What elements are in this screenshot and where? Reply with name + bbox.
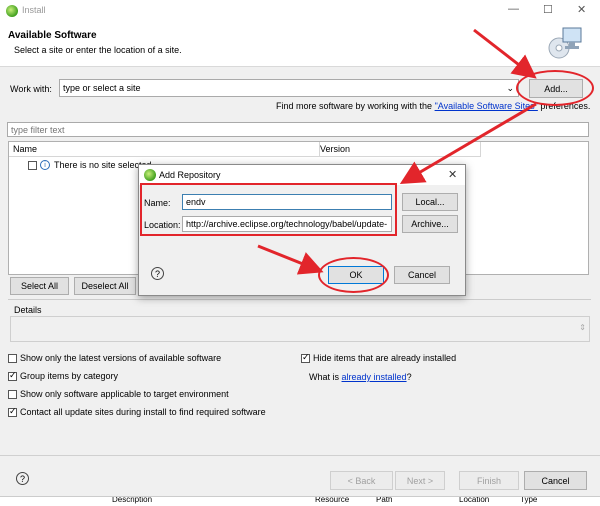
annotation-arrows (257, 28, 537, 275)
